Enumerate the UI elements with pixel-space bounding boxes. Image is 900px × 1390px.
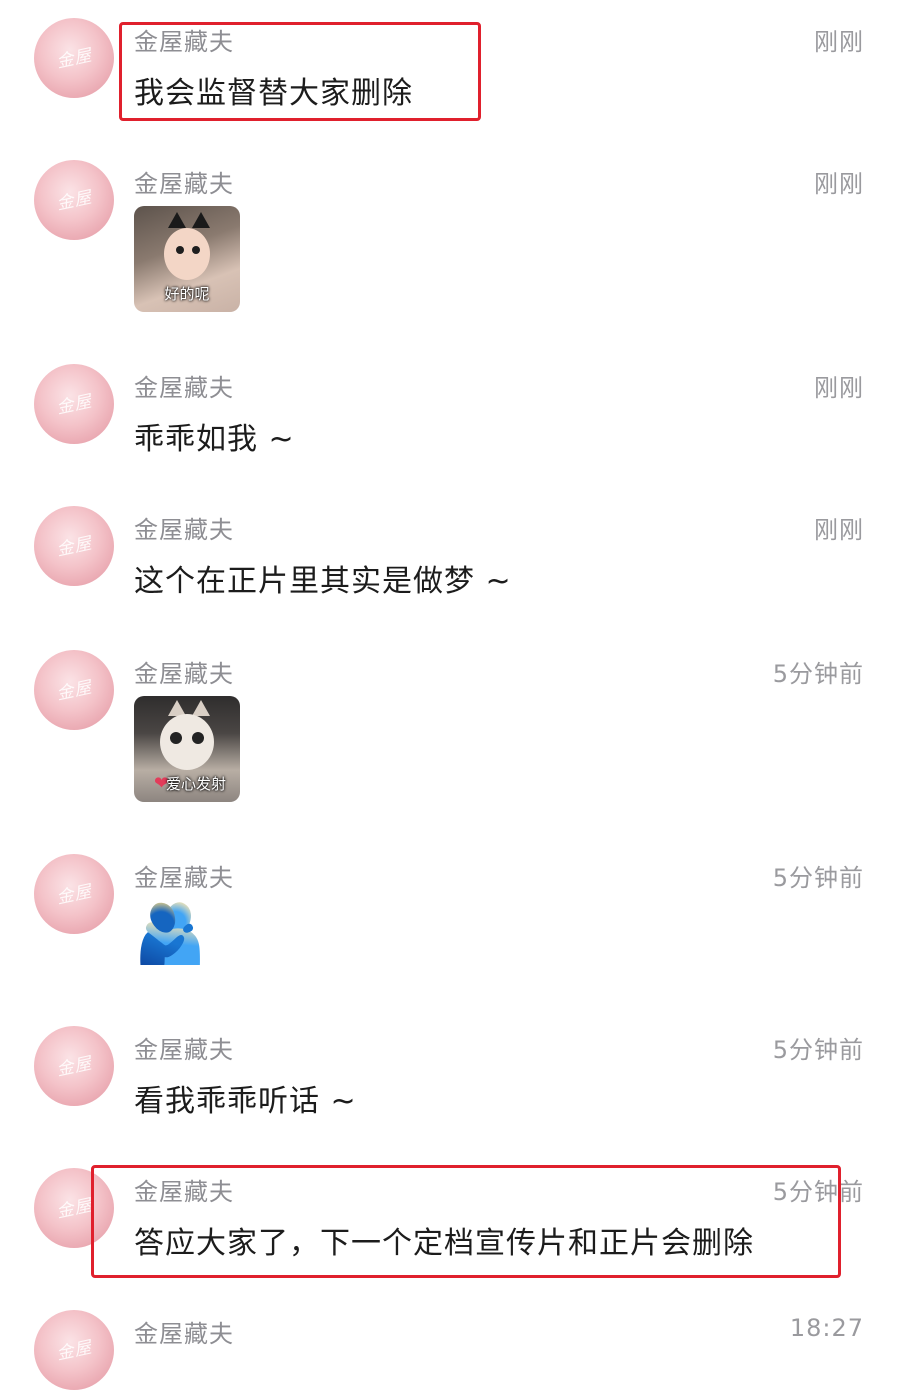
author-name[interactable]: 金屋藏夫	[134, 1030, 234, 1065]
face-shape	[164, 228, 210, 280]
cat-ear-shape	[192, 700, 210, 716]
author-name[interactable]: 金屋藏夫	[134, 510, 234, 545]
timestamp: 5分钟前	[772, 864, 864, 892]
avatar-signature: 金屋	[54, 187, 95, 215]
avatar-signature: 金屋	[54, 45, 95, 73]
author-name[interactable]: 金屋藏夫	[134, 164, 234, 199]
sticker-caption: 好的呢	[164, 285, 210, 303]
avatar-signature: 金屋	[54, 1053, 95, 1081]
avatar[interactable]: 金屋	[34, 160, 114, 240]
avatar[interactable]: 金屋	[34, 854, 114, 934]
eye-shape	[192, 732, 204, 744]
avatar[interactable]: 金屋	[34, 364, 114, 444]
eye-shape	[192, 246, 200, 254]
avatar-signature: 金屋	[54, 391, 95, 419]
avatar[interactable]: 金屋	[34, 650, 114, 730]
face-shape	[160, 714, 214, 770]
avatar[interactable]: 金屋	[34, 506, 114, 586]
avatar-signature: 金屋	[54, 1337, 95, 1365]
timestamp: 18:27	[789, 1314, 864, 1342]
avatar-signature: 金屋	[54, 533, 95, 561]
timestamp: 刚刚	[814, 28, 864, 56]
author-name[interactable]: 金屋藏夫	[134, 858, 234, 893]
avatar[interactable]: 金屋	[34, 18, 114, 98]
sticker-caption: 爱心发射	[165, 775, 226, 793]
author-name[interactable]: 金屋藏夫	[134, 368, 234, 403]
highlight-box	[119, 22, 481, 121]
timestamp: 5分钟前	[772, 660, 864, 688]
eye-shape	[170, 732, 182, 744]
avatar-signature: 金屋	[54, 881, 95, 909]
cat-ear-shape	[168, 212, 186, 228]
highlight-box	[91, 1165, 841, 1278]
author-name[interactable]: 金屋藏夫	[134, 1314, 234, 1349]
sticker-image[interactable]: ❤ 爱心发射	[134, 696, 240, 802]
message-text: 乖乖如我 ~	[134, 422, 295, 457]
message-text: 看我乖乖听话 ~	[134, 1084, 357, 1119]
timestamp: 刚刚	[814, 516, 864, 544]
eye-shape	[176, 246, 184, 254]
cat-ear-shape	[192, 212, 210, 228]
avatar-signature: 金屋	[54, 677, 95, 705]
message-text: 这个在正片里其实是做梦 ~	[134, 564, 512, 599]
timestamp: 5分钟前	[772, 1036, 864, 1064]
sticker-image[interactable]: 好的呢	[134, 206, 240, 312]
timestamp: 刚刚	[814, 374, 864, 402]
author-name[interactable]: 金屋藏夫	[134, 654, 234, 689]
avatar[interactable]: 金屋	[34, 1026, 114, 1106]
avatar[interactable]: 金屋	[34, 1310, 114, 1390]
hug-emoji[interactable]: 🫂	[134, 904, 206, 962]
timestamp: 刚刚	[814, 170, 864, 198]
